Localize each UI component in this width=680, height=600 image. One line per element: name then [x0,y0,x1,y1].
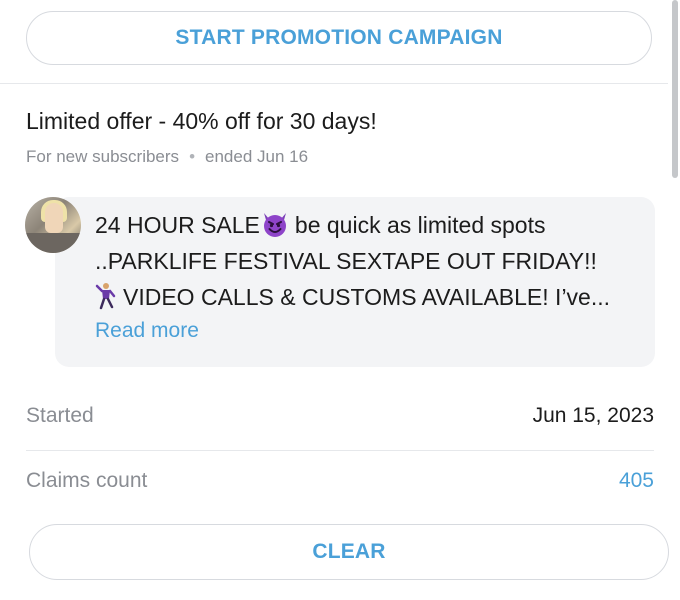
scrollbar-thumb[interactable] [672,0,678,178]
start-promotion-campaign-button[interactable]: START PROMOTION CAMPAIGN [26,11,652,65]
message-line-1: 24 HOUR SALE be quick as limited spots [95,207,655,243]
claims-count-value[interactable]: 405 [619,469,654,493]
separator-dot: • [189,147,196,166]
claims-count-row[interactable]: Claims count 405 [26,469,654,493]
started-value: Jun 15, 2023 [532,404,654,427]
message-line-1-start: 24 HOUR SALE [95,212,260,238]
offer-audience: For new subscribers [26,147,180,166]
avatar-background [25,233,81,253]
message-line-1-end: be quick as limited spots [294,212,546,238]
smiling-devil-icon [263,213,286,237]
promotion-message-bubble: 24 HOUR SALE be quick as limited spots .… [55,197,655,367]
message-line-2: ..PARKLIFE FESTIVAL SEXTAPE OUT FRIDAY!! [95,248,597,274]
divider [0,83,668,84]
divider [26,450,654,451]
read-more-link[interactable]: Read more [95,319,199,343]
avatar-figure [45,203,63,233]
message-line-3: VIDEO CALLS & CUSTOMS AVAILABLE! I’ve... [95,279,655,315]
offer-subtitle: For new subscribers • ended Jun 16 [26,147,308,167]
offer-title: Limited offer - 40% off for 30 days! [26,108,377,134]
offer-status: ended Jun 16 [205,147,309,166]
claims-count-label: Claims count [26,469,148,492]
dancing-man-icon [95,283,116,310]
clear-button[interactable]: CLEAR [29,524,669,580]
avatar[interactable] [25,197,81,253]
started-label: Started [26,404,94,427]
promotion-panel: START PROMOTION CAMPAIGN Limited offer -… [0,0,680,600]
message-line-3-text: VIDEO CALLS & CUSTOMS AVAILABLE! I’ve... [123,284,611,310]
started-row: Started Jun 15, 2023 [26,404,654,428]
